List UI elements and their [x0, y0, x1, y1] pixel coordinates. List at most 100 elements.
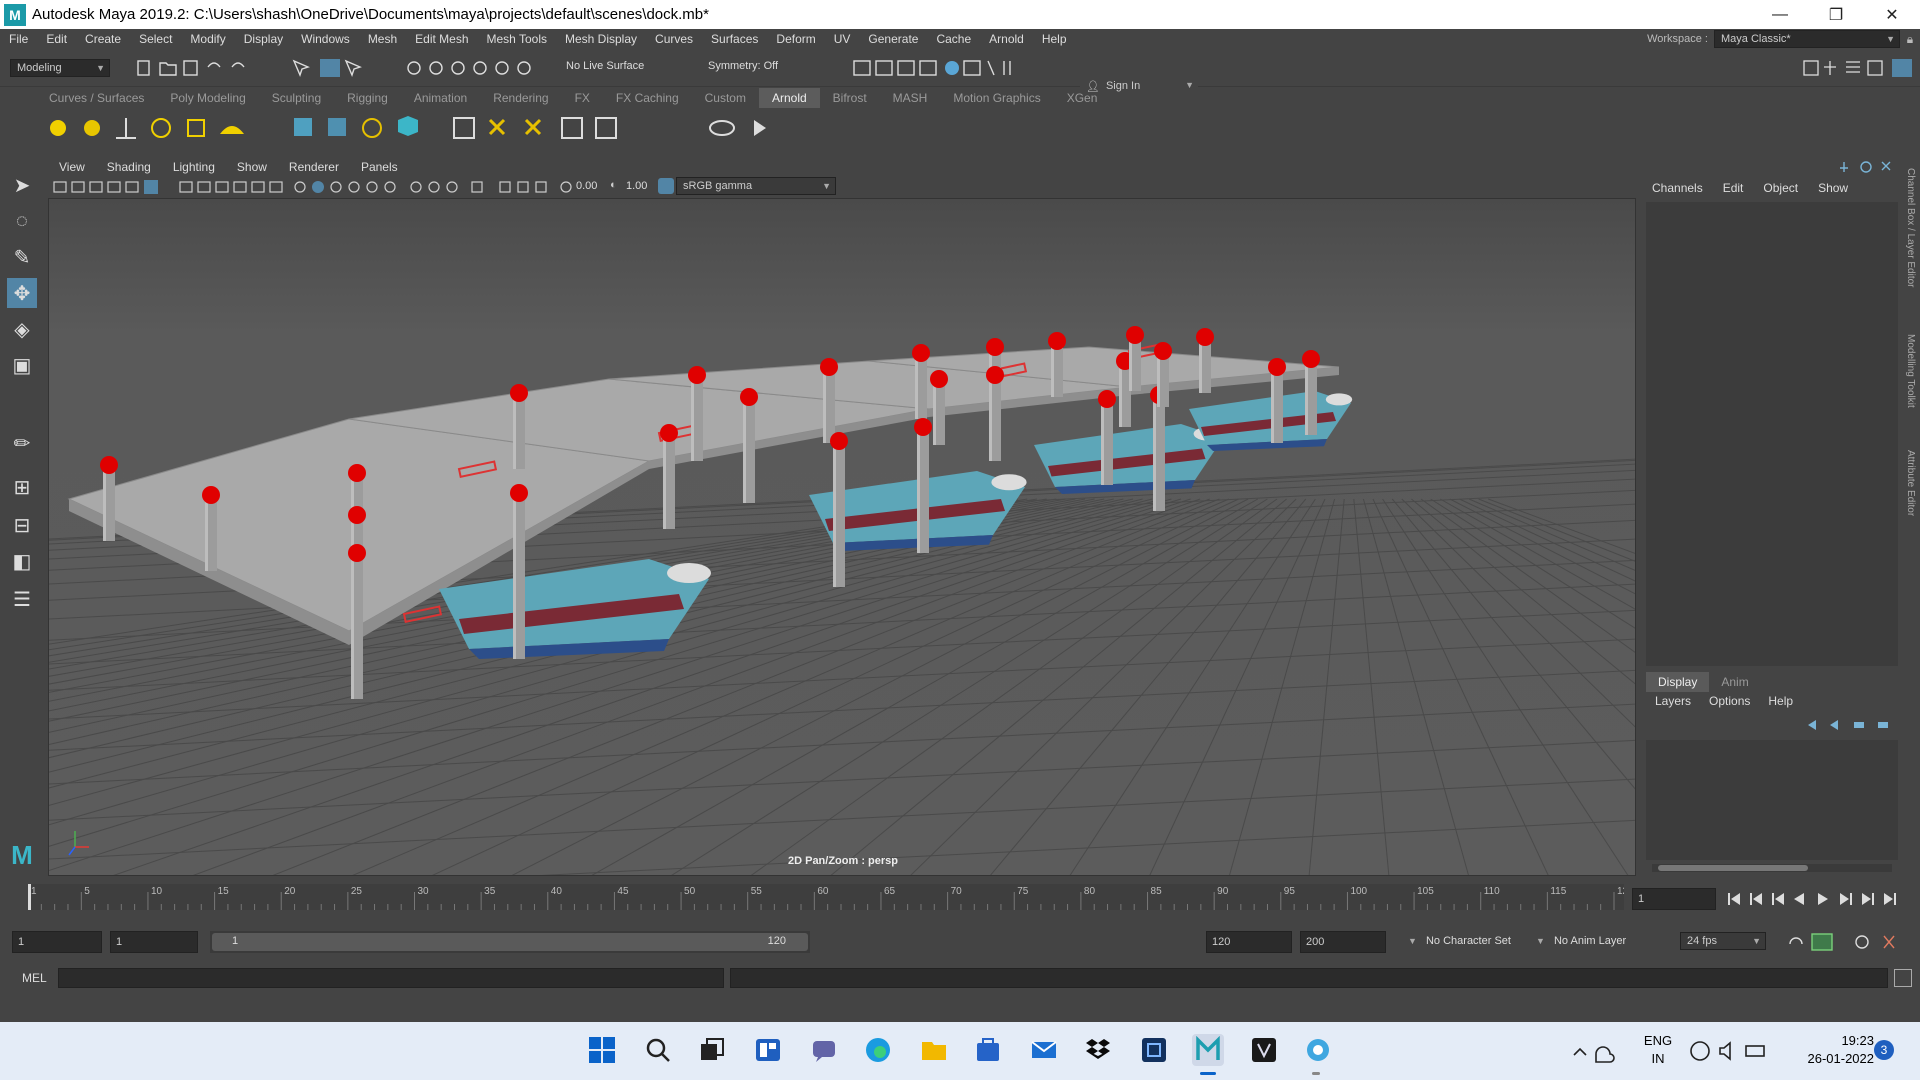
symmetry-dropdown[interactable]: Symmetry: Off — [708, 60, 808, 72]
menu-mesh[interactable]: Mesh — [359, 32, 406, 46]
range-bar-icons[interactable] — [1786, 932, 1916, 952]
shelf-icons[interactable] — [36, 108, 796, 148]
lock-icon[interactable]: 🔒︎ — [1900, 32, 1920, 47]
blender-like-app-icon[interactable] — [1302, 1034, 1334, 1066]
tab-anim[interactable]: Anim — [1709, 672, 1760, 692]
single-perspective-layout-icon[interactable]: ⊞ — [7, 472, 37, 502]
menu-modify[interactable]: Modify — [181, 32, 234, 46]
script-language-label[interactable]: MEL — [22, 971, 47, 985]
search-icon[interactable] — [642, 1034, 674, 1066]
exposure-value[interactable]: 0.00 — [576, 180, 597, 192]
channel-box-body[interactable] — [1646, 202, 1898, 666]
workspace-dropdown[interactable]: Maya Classic* ▼ — [1714, 30, 1900, 48]
lasso-tool-icon[interactable]: ◌ — [7, 206, 37, 236]
scene-start-field[interactable]: 1 — [12, 931, 102, 953]
panel-toggle-icons[interactable] — [1800, 57, 1920, 79]
layer-scrollbar[interactable] — [1652, 864, 1892, 872]
layer-list[interactable] — [1646, 740, 1898, 860]
shelf-tab-fx-caching[interactable]: FX Caching — [603, 88, 692, 108]
notification-badge[interactable]: 3 — [1874, 1040, 1894, 1060]
menu-arnold[interactable]: Arnold — [980, 32, 1033, 46]
shelf-tab-motion-graphics[interactable]: Motion Graphics — [940, 88, 1053, 108]
edit-menu[interactable]: Edit — [1713, 181, 1754, 195]
live-surface-field[interactable]: No Live Surface — [566, 60, 662, 72]
menu-edit[interactable]: Edit — [37, 32, 76, 46]
viewport-menu-renderer[interactable]: Renderer — [278, 160, 350, 174]
microsoft-store-icon[interactable] — [972, 1034, 1004, 1066]
fps-dropdown[interactable]: 24 fps ▼ — [1680, 932, 1766, 950]
color-management-icon[interactable] — [658, 178, 674, 194]
help-menu[interactable]: Help — [1759, 692, 1802, 710]
menu-uv[interactable]: UV — [825, 32, 860, 46]
shelf-tab-rigging[interactable]: Rigging — [334, 88, 401, 108]
shelf-tab-animation[interactable]: Animation — [401, 88, 480, 108]
menu-create[interactable]: Create — [76, 32, 130, 46]
restore-button[interactable]: ❐ — [1808, 0, 1864, 29]
menu-select[interactable]: Select — [130, 32, 181, 46]
gamma-value[interactable]: 1.00 — [626, 180, 647, 192]
rotate-tool-icon[interactable]: ◈ — [7, 314, 37, 344]
command-input[interactable] — [58, 968, 724, 988]
scene-end-field[interactable]: 200 — [1300, 931, 1386, 953]
shelf-tab-custom[interactable]: Custom — [692, 88, 759, 108]
viewport-menu-panels[interactable]: Panels — [350, 160, 409, 174]
menu-display[interactable]: Display — [235, 32, 292, 46]
viewport-menu-shading[interactable]: Shading — [96, 160, 162, 174]
shelf-tab-poly-modeling[interactable]: Poly Modeling — [157, 88, 258, 108]
menu-deform[interactable]: Deform — [767, 32, 824, 46]
maya-taskbar-icon[interactable] — [1192, 1034, 1224, 1066]
view-transform-dropdown[interactable]: sRGB gamma ▼ — [676, 177, 836, 195]
predator-sense-icon[interactable] — [1248, 1034, 1280, 1066]
menu-set-dropdown[interactable]: Modeling ▼ — [10, 59, 110, 77]
range-slider-handle[interactable]: 1 120 — [212, 933, 808, 951]
dropbox-icon[interactable] — [1082, 1034, 1114, 1066]
edge-browser-icon[interactable] — [862, 1034, 894, 1066]
shelf-tab-bifrost[interactable]: Bifrost — [820, 88, 880, 108]
side-tab-attribute-editor[interactable]: Attribute Editor — [1905, 450, 1916, 516]
task-view-icon[interactable] — [696, 1034, 728, 1066]
menu-file[interactable]: File — [0, 32, 37, 46]
language-indicator[interactable]: ENG IN — [1638, 1032, 1678, 1068]
channels-menu[interactable]: Channels — [1642, 181, 1713, 195]
select-tool-icon[interactable]: ➤ — [7, 170, 37, 200]
shelf-tab-mash[interactable]: MASH — [880, 88, 941, 108]
side-tab-modelling-toolkit[interactable]: Modelling Toolkit — [1905, 334, 1916, 408]
viewport-menu-show[interactable]: Show — [226, 160, 278, 174]
shelf-tab-arnold[interactable]: Arnold — [758, 88, 820, 108]
start-button-icon[interactable] — [586, 1034, 618, 1066]
character-set-dropdown[interactable]: ▼ No Character Set — [1408, 935, 1528, 947]
layer-scrollbar-thumb[interactable] — [1658, 865, 1808, 871]
mail-icon[interactable] — [1028, 1034, 1060, 1066]
time-ruler[interactable]: 1 5 10 15 20 25 30 35 40 45 50 55 60 65 70 75 80 85 90 95 10… — [27, 884, 1634, 910]
menu-curves[interactable]: Curves — [646, 32, 702, 46]
channel-box-header-icons[interactable] — [1838, 158, 1898, 176]
shelf-tab-xgen[interactable]: XGen — [1054, 88, 1111, 108]
side-tab-channel-box[interactable]: Channel Box / Layer Editor — [1905, 168, 1916, 288]
quad-draw-tool-icon[interactable]: ✏ — [7, 428, 37, 458]
menu-help[interactable]: Help — [1033, 32, 1076, 46]
shelf-tab-sculpting[interactable]: Sculpting — [259, 88, 334, 108]
shelf-tab-rendering[interactable]: Rendering — [480, 88, 561, 108]
range-slider[interactable]: 1 120 — [210, 931, 810, 953]
show-menu[interactable]: Show — [1808, 181, 1858, 195]
outliner-layout-icon[interactable]: ☰ — [7, 584, 37, 614]
current-time-marker[interactable] — [28, 884, 31, 910]
two-view-layout-icon[interactable]: ◧ — [7, 546, 37, 576]
menu-generate[interactable]: Generate — [859, 32, 927, 46]
anim-layer-dropdown[interactable]: ▼ No Anim Layer — [1536, 935, 1666, 947]
viewport-toolbar-icons[interactable] — [52, 178, 702, 196]
playback-start-field[interactable]: 1 — [110, 931, 198, 953]
menu-surfaces[interactable]: Surfaces — [702, 32, 767, 46]
tab-display[interactable]: Display — [1646, 672, 1710, 692]
viewport-menu-lighting[interactable]: Lighting — [162, 160, 226, 174]
teams-chat-icon[interactable] — [808, 1034, 840, 1066]
scale-tool-icon[interactable]: ▣ — [7, 350, 37, 380]
menu-windows[interactable]: Windows — [292, 32, 359, 46]
perspective-viewport[interactable]: 2D Pan/Zoom : persp — [48, 198, 1636, 876]
quick-settings-icons[interactable] — [1688, 1038, 1770, 1064]
object-menu[interactable]: Object — [1753, 181, 1808, 195]
menu-cache[interactable]: Cache — [927, 32, 980, 46]
vscode-like-app-icon[interactable] — [1138, 1034, 1170, 1066]
options-menu[interactable]: Options — [1700, 692, 1759, 710]
viewport-menu-view[interactable]: View — [48, 160, 96, 174]
